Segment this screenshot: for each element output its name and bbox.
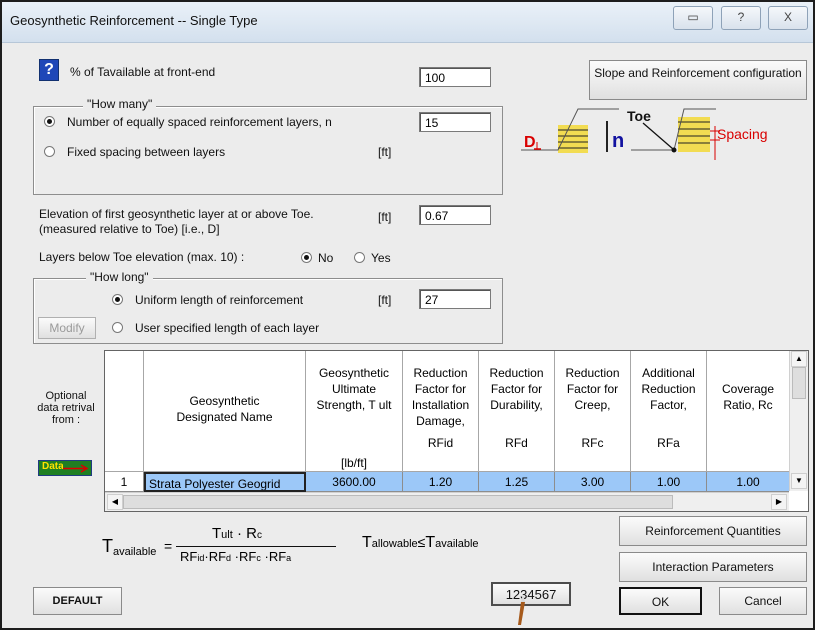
elevation-unit: [ft]: [378, 210, 392, 224]
horizontal-scrollbar[interactable]: ◀ ▶: [105, 492, 789, 511]
col-header-name[interactable]: Geosynthetic Designated Name: [144, 351, 306, 472]
scroll-right-icon[interactable]: ▶: [771, 494, 787, 510]
close-button[interactable]: X: [768, 6, 808, 30]
left-slope-drawing: [521, 108, 619, 153]
table-corner: [105, 351, 144, 472]
fixed-spacing-label: Fixed spacing between layers: [67, 145, 226, 159]
col-header-rfc[interactable]: Reduction Factor for Creep, RFc: [555, 351, 631, 472]
toe-label: Toe: [627, 108, 651, 124]
tavailable-label: % of Tavailable at front-end: [70, 65, 216, 79]
right-arrow-icon: [63, 464, 89, 473]
how-long-title: "How long": [86, 270, 153, 284]
pen-cursor-icon: [518, 594, 525, 625]
col-header-rfa[interactable]: Additional Reduction Factor, RFa: [631, 351, 707, 472]
layers-below-yes-label: Yes: [371, 251, 391, 265]
cell-strength[interactable]: 3600.00: [306, 472, 403, 492]
n-label: n: [612, 130, 624, 152]
uniform-length-label: Uniform length of reinforcement: [135, 293, 304, 307]
help-button[interactable]: ?: [721, 6, 761, 30]
cell-rfa[interactable]: 1.00: [631, 472, 707, 492]
formula-allowable: Tallowable≤Tavailable: [362, 534, 479, 551]
radio-layers-below-yes[interactable]: [354, 252, 365, 263]
number-of-layers-label: Number of equally spaced reinforcement l…: [67, 115, 332, 129]
layers-below-label: Layers below Toe elevation (max. 10) :: [39, 250, 245, 264]
window-title: Geosynthetic Reinforcement -- Single Typ…: [10, 13, 258, 28]
spacing-label: Spacing: [717, 126, 768, 142]
col-header-rfid[interactable]: Reduction Factor for Installation Damage…: [403, 351, 479, 472]
number-of-layers-input[interactable]: 15: [419, 112, 491, 132]
formula-fraction-bar: [176, 546, 336, 547]
tavailable-formula: T available = Tult · Rc RFid·RFd ·RFc ·R…: [102, 525, 479, 564]
fixed-spacing-unit: [ft]: [378, 145, 392, 159]
col-header-rfd[interactable]: Reduction Factor for Durability, RFd: [479, 351, 555, 472]
row-number[interactable]: 1: [105, 472, 144, 492]
d-label: D: [524, 134, 536, 151]
title-bar: Geosynthetic Reinforcement -- Single Typ…: [2, 2, 813, 43]
help-icon[interactable]: ?: [39, 59, 59, 81]
radio-number-of-layers[interactable]: [44, 116, 55, 127]
formula-numerator: Tult · Rc: [212, 525, 262, 542]
radio-uniform-length[interactable]: [112, 294, 123, 305]
reinforcement-quantities-button[interactable]: Reinforcement Quantities: [619, 516, 807, 546]
col-header-coverage[interactable]: Coverage Ratio, Rc: [707, 351, 789, 472]
elevation-input[interactable]: 0.67: [419, 205, 491, 225]
slope-config-button[interactable]: Slope and Reinforcement configuration: [589, 60, 807, 100]
radio-fixed-spacing[interactable]: [44, 146, 55, 157]
cell-rfd[interactable]: 1.25: [479, 472, 555, 492]
user-specified-length-label: User specified length of each layer: [135, 321, 320, 335]
interaction-parameters-button[interactable]: Interaction Parameters: [619, 552, 807, 582]
dialog-window: Geosynthetic Reinforcement -- Single Typ…: [0, 0, 815, 630]
cell-geosynthetic-name[interactable]: Strata Polyester Geogrid: [144, 472, 306, 492]
uniform-length-unit: [ft]: [378, 293, 392, 307]
cancel-button[interactable]: Cancel: [719, 587, 807, 615]
cell-coverage[interactable]: 1.00: [707, 472, 789, 492]
elevation-line1: Elevation of first geosynthetic layer at…: [39, 207, 314, 221]
restore-button[interactable]: ▭: [673, 6, 713, 30]
vertical-scroll-thumb[interactable]: [792, 367, 806, 399]
elevation-line2: (measured relative to Toe) [i.e., D]: [39, 222, 220, 236]
horizontal-scroll-thumb[interactable]: [123, 495, 673, 509]
radio-layers-below-no[interactable]: [301, 252, 312, 263]
vertical-scrollbar[interactable]: ▲ ▼: [789, 351, 808, 491]
scroll-down-icon[interactable]: ▼: [791, 473, 807, 489]
uniform-length-input[interactable]: 27: [419, 289, 491, 309]
layers-below-no-label: No: [318, 251, 334, 265]
col-header-strength[interactable]: Geosynthetic Ultimate Strength, T ult [l…: [306, 351, 403, 472]
slope-diagram: D n Toe Spacing: [521, 108, 768, 160]
tavailable-input[interactable]: 100: [419, 67, 491, 87]
scroll-left-icon[interactable]: ◀: [107, 494, 123, 510]
ok-button[interactable]: OK: [619, 587, 702, 615]
optional-data-label: Optional data retrival from :: [37, 390, 95, 426]
modify-button[interactable]: Modify: [38, 317, 96, 339]
default-button[interactable]: DEFAULT: [33, 587, 122, 615]
cell-rfc[interactable]: 3.00: [555, 472, 631, 492]
geosynthetic-table: Geosynthetic Designated Name Geosyntheti…: [104, 350, 809, 512]
scroll-up-icon[interactable]: ▲: [791, 351, 807, 367]
data-retrieval-button[interactable]: Data: [38, 460, 92, 476]
data-retrieval-label: Data: [42, 461, 64, 472]
cell-rfid[interactable]: 1.20: [403, 472, 479, 492]
formula-denominator: RFid·RFd ·RFc ·RFa: [180, 549, 292, 564]
how-many-title: "How many": [83, 97, 157, 111]
radio-user-specified-length[interactable]: [112, 322, 123, 333]
